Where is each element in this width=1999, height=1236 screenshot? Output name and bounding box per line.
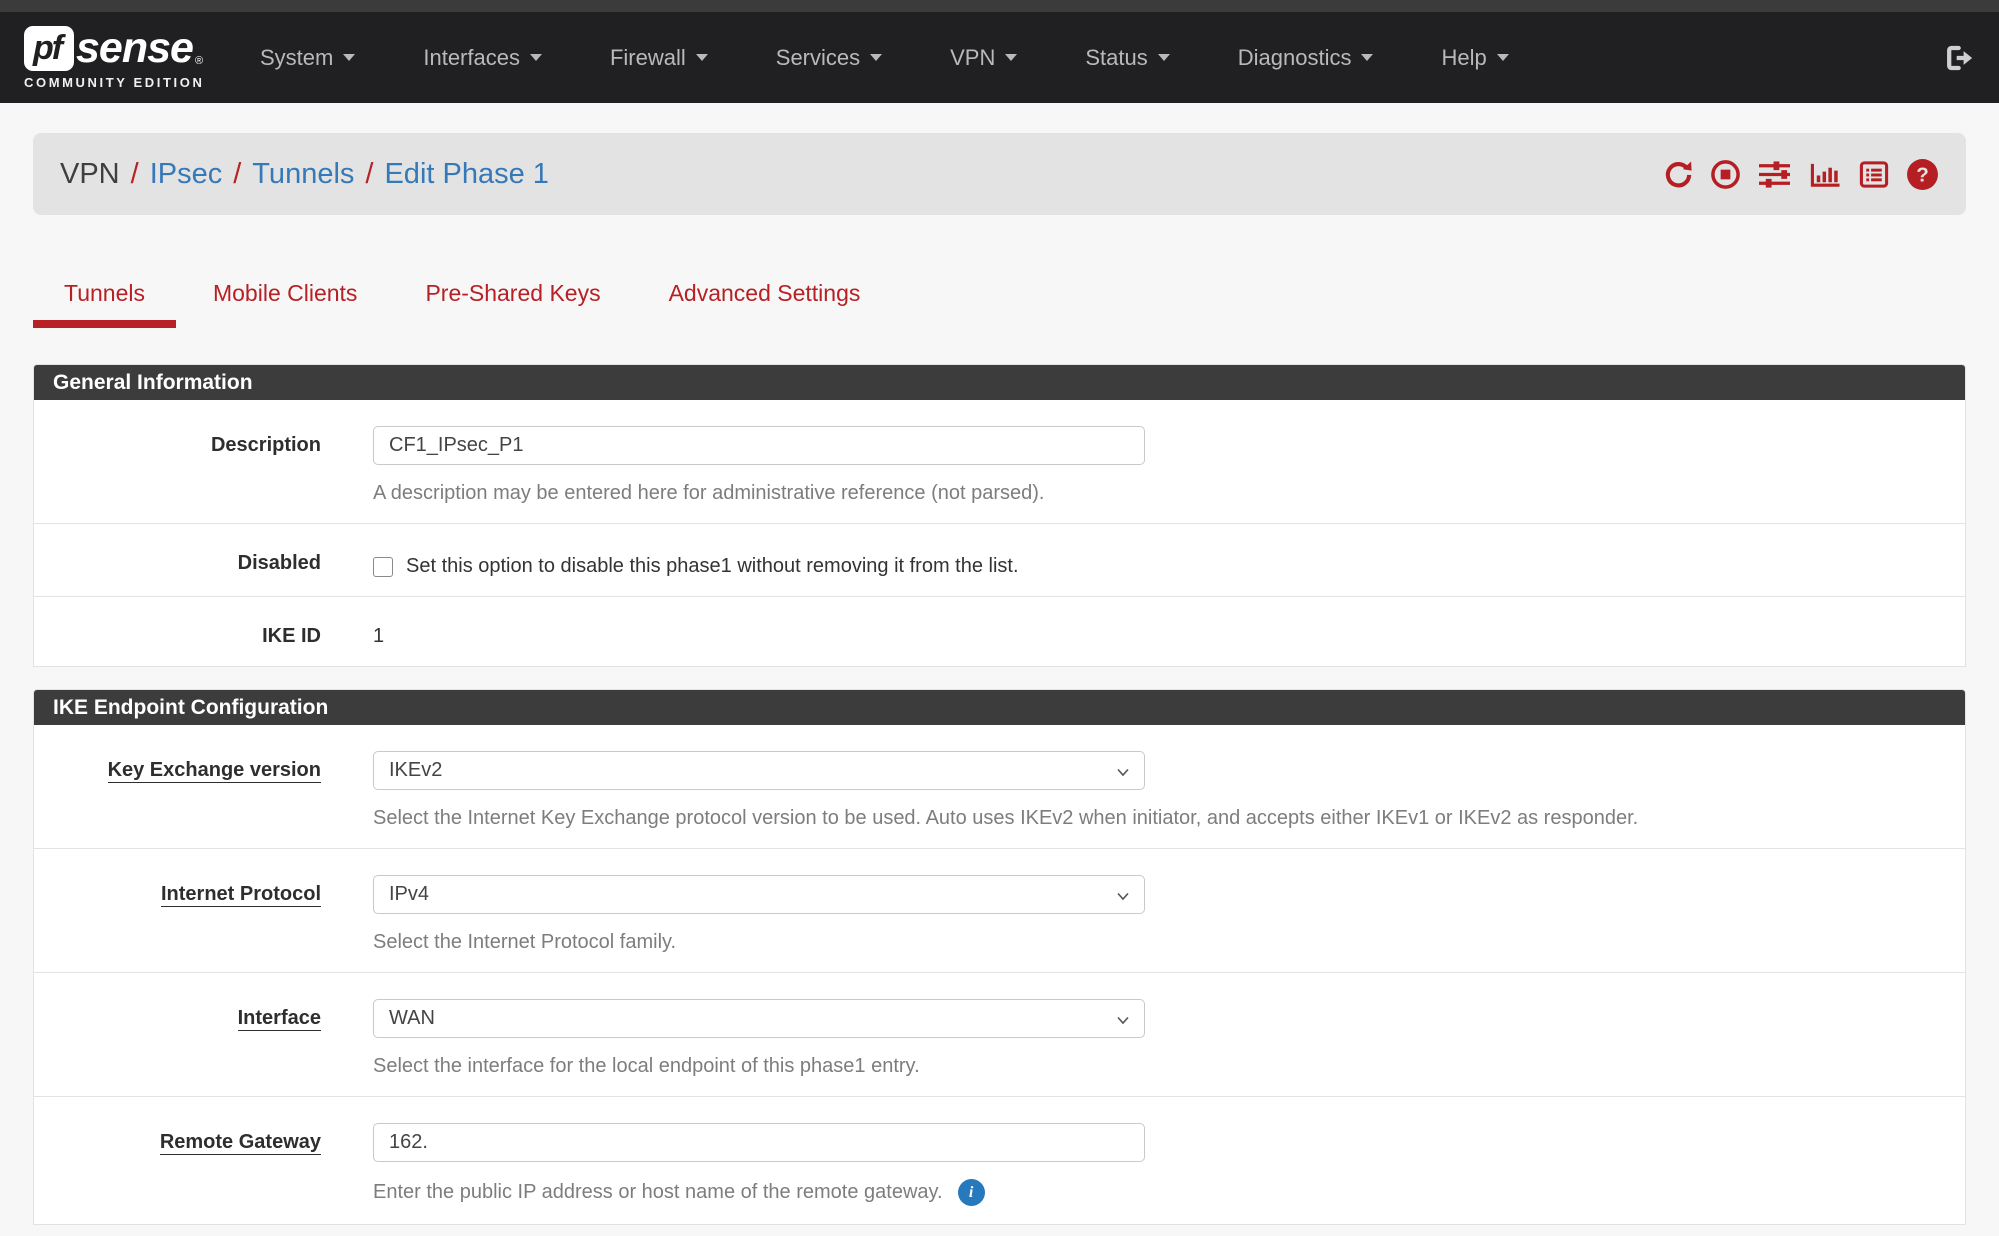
- nav-item-help[interactable]: Help: [1441, 45, 1508, 71]
- sign-out-icon[interactable]: [1941, 42, 1975, 74]
- page-action-icons: ?: [1663, 158, 1939, 191]
- tab-pre-shared-keys[interactable]: Pre-Shared Keys: [394, 279, 631, 320]
- tab-tunnels[interactable]: Tunnels: [33, 279, 176, 320]
- disabled-checkbox[interactable]: [373, 557, 393, 577]
- chevron-down-icon: [1361, 54, 1373, 61]
- stop-icon[interactable]: [1710, 159, 1741, 190]
- disabled-label: Disabled: [34, 550, 321, 578]
- key-exchange-help: Select the Internet Key Exchange protoco…: [373, 807, 1965, 830]
- internet-protocol-label: Internet Protocol: [34, 875, 321, 954]
- ike-endpoint-panel: IKE Endpoint Configuration Key Exchange …: [33, 689, 1966, 1225]
- interface-row: Interface WAN Select the interface for t…: [34, 972, 1965, 1096]
- ike-id-value: 1: [373, 623, 1965, 648]
- interface-selected-value: WAN: [389, 1007, 435, 1030]
- tab-advanced-settings[interactable]: Advanced Settings: [638, 279, 892, 320]
- panel-title-general: General Information: [34, 365, 1965, 400]
- interface-select[interactable]: WAN: [373, 999, 1145, 1038]
- key-exchange-label: Key Exchange version: [34, 751, 321, 830]
- general-information-panel: General Information Description A descri…: [33, 364, 1966, 667]
- interface-label: Interface: [34, 999, 321, 1078]
- chevron-down-icon: [1115, 1012, 1131, 1028]
- help-icon[interactable]: ?: [1906, 158, 1939, 191]
- nav-label: Status: [1085, 45, 1147, 71]
- nav-label: VPN: [950, 45, 995, 71]
- description-row: Description A description may be entered…: [34, 400, 1965, 523]
- key-exchange-row: Key Exchange version IKEv2 Select the In…: [34, 725, 1965, 848]
- panel-title-ike-endpoint: IKE Endpoint Configuration: [34, 690, 1965, 725]
- pfsense-logo[interactable]: pf sense ® COMMUNITY EDITION: [24, 26, 206, 90]
- remote-gateway-help: Enter the public IP address or host name…: [373, 1179, 1965, 1206]
- tab-mobile-clients[interactable]: Mobile Clients: [182, 279, 388, 320]
- logo-wordmark: sense: [76, 27, 193, 70]
- top-strip: [0, 0, 1999, 12]
- nav-label: Diagnostics: [1238, 45, 1352, 71]
- chevron-down-icon: [1158, 54, 1170, 61]
- breadcrumb-section: VPN: [60, 158, 120, 191]
- nav-label: Help: [1441, 45, 1486, 71]
- refresh-icon[interactable]: [1663, 159, 1694, 190]
- nav-item-diagnostics[interactable]: Diagnostics: [1238, 45, 1374, 71]
- ike-id-label: IKE ID: [34, 623, 321, 648]
- internet-protocol-row: Internet Protocol IPv4 Select the Intern…: [34, 848, 1965, 972]
- nav-item-interfaces[interactable]: Interfaces: [423, 45, 542, 71]
- nav-label: Services: [776, 45, 860, 71]
- ike-id-row: IKE ID 1: [34, 596, 1965, 666]
- internet-protocol-help: Select the Internet Protocol family.: [373, 931, 1965, 954]
- nav-menu: System Interfaces Firewall Services VPN …: [260, 45, 1509, 71]
- chevron-down-icon: [1005, 54, 1017, 61]
- key-exchange-selected-value: IKEv2: [389, 759, 442, 782]
- nav-item-firewall[interactable]: Firewall: [610, 45, 708, 71]
- registered-mark: ®: [195, 55, 203, 67]
- logo-subtitle: COMMUNITY EDITION: [24, 75, 206, 90]
- chevron-down-icon: [870, 54, 882, 61]
- pf-logo-mark: pf: [24, 26, 74, 71]
- key-exchange-select[interactable]: IKEv2: [373, 751, 1145, 790]
- description-help: A description may be entered here for ad…: [373, 482, 1965, 505]
- internet-protocol-selected-value: IPv4: [389, 883, 429, 906]
- remote-gateway-help-text: Enter the public IP address or host name…: [373, 1181, 943, 1204]
- breadcrumb-current[interactable]: Edit Phase 1: [384, 158, 548, 191]
- nav-label: System: [260, 45, 333, 71]
- internet-protocol-select[interactable]: IPv4: [373, 875, 1145, 914]
- nav-item-vpn[interactable]: VPN: [950, 45, 1017, 71]
- chevron-down-icon: [1497, 54, 1509, 61]
- page-content: VPN / IPsec / Tunnels / Edit Phase 1: [0, 103, 1999, 1225]
- breadcrumb-separator: /: [131, 158, 139, 191]
- chevron-down-icon: [696, 54, 708, 61]
- disabled-row: Disabled Set this option to disable this…: [34, 523, 1965, 596]
- disabled-checkbox-label[interactable]: Set this option to disable this phase1 w…: [406, 555, 1019, 578]
- description-input[interactable]: [373, 426, 1145, 465]
- tab-bar: Tunnels Mobile Clients Pre-Shared Keys A…: [33, 279, 1966, 320]
- sliders-icon[interactable]: [1757, 159, 1792, 190]
- main-navbar: pf sense ® COMMUNITY EDITION System Inte…: [0, 12, 1999, 103]
- nav-item-status[interactable]: Status: [1085, 45, 1169, 71]
- info-icon[interactable]: i: [958, 1179, 985, 1206]
- nav-item-services[interactable]: Services: [776, 45, 882, 71]
- breadcrumb: VPN / IPsec / Tunnels / Edit Phase 1: [33, 133, 1966, 215]
- remote-gateway-label: Remote Gateway: [34, 1123, 321, 1206]
- nav-item-system[interactable]: System: [260, 45, 355, 71]
- nav-label: Firewall: [610, 45, 686, 71]
- breadcrumb-link-ipsec[interactable]: IPsec: [150, 158, 223, 191]
- description-label: Description: [34, 426, 321, 505]
- remote-gateway-row: Remote Gateway Enter the public IP addre…: [34, 1096, 1965, 1224]
- chevron-down-icon: [1115, 764, 1131, 780]
- chevron-down-icon: [1115, 888, 1131, 904]
- interface-help: Select the interface for the local endpo…: [373, 1055, 1965, 1078]
- breadcrumb-separator: /: [365, 158, 373, 191]
- breadcrumb-link-tunnels[interactable]: Tunnels: [252, 158, 354, 191]
- nav-label: Interfaces: [423, 45, 520, 71]
- chevron-down-icon: [343, 54, 355, 61]
- bar-chart-icon[interactable]: [1808, 159, 1842, 190]
- chevron-down-icon: [530, 54, 542, 61]
- remote-gateway-input[interactable]: [373, 1123, 1145, 1162]
- log-icon[interactable]: [1858, 159, 1890, 190]
- svg-text:?: ?: [1916, 163, 1929, 186]
- breadcrumb-separator: /: [233, 158, 241, 191]
